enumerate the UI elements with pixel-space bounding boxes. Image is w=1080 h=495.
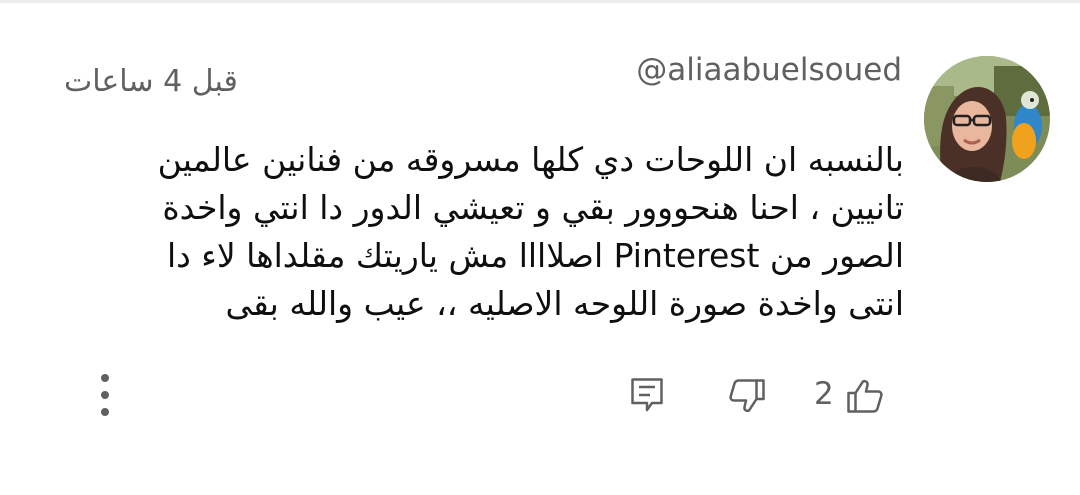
comment-text: بالنسبه ان اللوحات دي كلها مسروقه من فنا… <box>64 136 904 328</box>
comment-item: @aliaabuelsoued قبل 4 ساعات بالنسبه ان ا… <box>0 0 1080 495</box>
more-options-button[interactable] <box>94 372 116 420</box>
like-button[interactable] <box>846 378 884 414</box>
comment-text-line: الصور من Pinterest اصلاااا مش ياريتك مقل… <box>166 236 904 275</box>
like-count: 2 <box>814 376 834 412</box>
comment-icon <box>631 378 663 412</box>
avatar[interactable] <box>924 56 1050 182</box>
reply-button[interactable] <box>630 377 664 413</box>
thumb-down-icon <box>729 379 765 413</box>
comment-text-line: انتى واخدة صورة اللوحه الاصليه ،، عيب وا… <box>225 284 904 323</box>
more-vertical-icon <box>101 374 109 416</box>
comment-text-line: بالنسبه ان اللوحات دي كلها مسروقه من فنا… <box>157 140 904 179</box>
comment-timestamp[interactable]: قبل 4 ساعات <box>64 64 238 99</box>
comment-text-line: تانيين ، احنا هنحووور بقي و تعيشي الدور … <box>162 188 904 227</box>
thumb-up-icon <box>847 379 883 413</box>
dislike-button[interactable] <box>728 378 766 414</box>
comment-author[interactable]: @aliaabuelsoued <box>636 52 902 88</box>
